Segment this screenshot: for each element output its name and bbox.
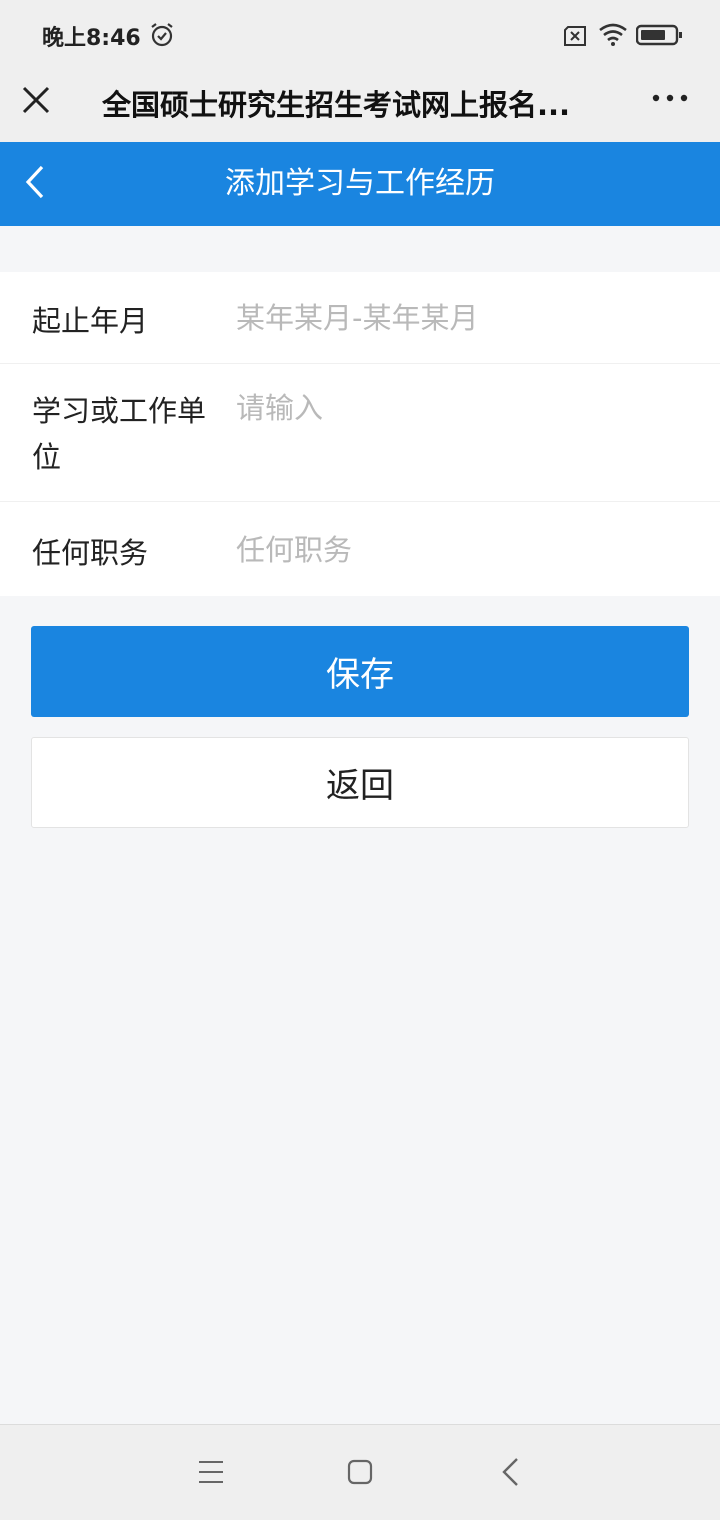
- nav-bar: 添加学习与工作经历: [0, 142, 720, 226]
- organization-label: 学习或工作单位: [32, 394, 207, 474]
- experience-form: 起止年月 学习或工作单位 任何职务: [0, 272, 720, 596]
- organization-input[interactable]: [236, 388, 686, 428]
- page-title: 全国硕士研究生招生考试网上报名...: [102, 88, 571, 122]
- status-bar: 晚上8:46: [0, 0, 720, 70]
- menu-icon[interactable]: [198, 1459, 224, 1485]
- save-button[interactable]: 保存: [31, 626, 689, 717]
- period-label: 起止年月: [32, 304, 149, 338]
- more-icon[interactable]: [650, 86, 690, 110]
- form-row-period: 起止年月: [0, 272, 720, 364]
- alarm-icon: [151, 23, 173, 47]
- form-row-position: 任何职务: [0, 502, 720, 596]
- battery-icon: [636, 24, 682, 46]
- close-icon[interactable]: [20, 84, 52, 116]
- form-row-organization: 学习或工作单位: [0, 364, 720, 502]
- home-icon[interactable]: [347, 1459, 373, 1485]
- status-time: 晚上8:46: [42, 26, 141, 51]
- back-icon[interactable]: [22, 164, 50, 200]
- wifi-icon: [599, 23, 627, 46]
- return-button[interactable]: 返回: [31, 737, 689, 828]
- system-nav-bar: [0, 1424, 720, 1520]
- nav-title: 添加学习与工作经历: [225, 166, 495, 201]
- sim-icon: [564, 26, 586, 46]
- period-input[interactable]: [236, 298, 686, 338]
- system-back-icon[interactable]: [500, 1457, 522, 1487]
- webview-title-bar: 全国硕士研究生招生考试网上报名...: [0, 70, 720, 142]
- position-label: 任何职务: [32, 536, 149, 570]
- position-input[interactable]: [236, 530, 686, 570]
